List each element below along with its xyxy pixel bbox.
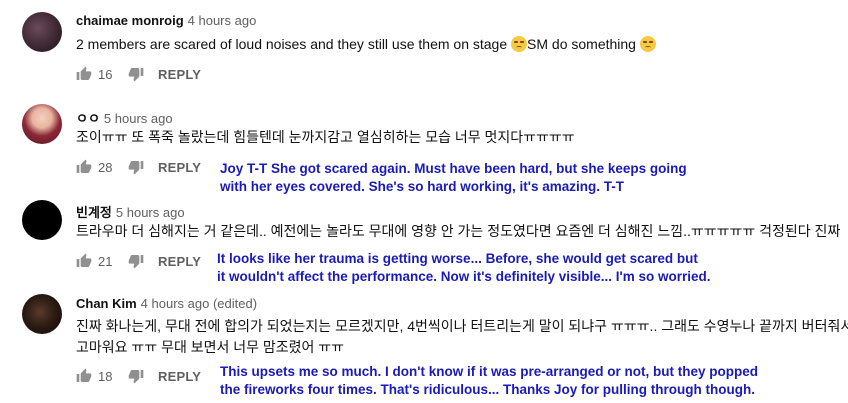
comment-thread-item: chaimae monroig 4 hours ago 2 members are… — [0, 0, 848, 95]
translation-line: it wouldn't affect the performance. Now … — [217, 269, 711, 284]
comment-header: chaimae monroig 4 hours ago — [76, 13, 256, 28]
thumbs-up-icon[interactable] — [74, 366, 94, 386]
comment-thread-item: 빈계정 5 hours ago 트라우마 더 심해지는 거 같은데.. 예전에는 … — [0, 190, 848, 285]
comment-timestamp[interactable]: 5 hours ago — [104, 111, 173, 126]
comment-timestamp[interactable]: 5 hours ago — [116, 205, 185, 220]
translation-line: the fireworks four times. That's ridicul… — [220, 382, 755, 397]
avatar[interactable] — [22, 294, 62, 334]
comment-text-line: 진짜 화나는게, 무대 전에 합의가 되었는지는 모르겠지만, 4번씩이나 터트… — [76, 318, 848, 334]
reply-button[interactable]: REPLY — [158, 369, 201, 384]
translation-line: This upsets me so much. I don't know if … — [220, 364, 759, 379]
translation-line: Joy T-T She got scared again. Must have … — [220, 161, 687, 176]
avatar[interactable] — [22, 12, 62, 52]
like-count: 21 — [98, 253, 113, 269]
thumbs-up-icon[interactable] — [74, 64, 94, 84]
comment-text-part: 2 members are scared of loud noises and … — [76, 36, 508, 52]
comment-author[interactable]: ㅇㅇ — [76, 111, 100, 126]
comment-actions: 28 REPLY — [74, 157, 201, 177]
comment-text-line: 고마워요 ㅠㅠ 무대 보면서 너무 맘조렸어 ㅠㅠ — [76, 339, 345, 355]
translation-annotation: It looks like her trauma is getting wors… — [217, 250, 710, 286]
comment-text-part: SM do something — [527, 36, 636, 52]
comment-text: 조이ㅠㅠ 또 폭죽 놀랐는데 힘들텐데 눈까지감고 열심히하는 모습 너무 멋지… — [76, 129, 575, 145]
comment-actions: 18 REPLY — [74, 366, 201, 386]
comment-author[interactable]: 빈계정 — [76, 205, 112, 220]
frowning-face-emoji — [639, 36, 656, 52]
pensive-face-emoji — [511, 36, 528, 52]
comment-actions: 21 REPLY — [74, 251, 201, 271]
comment-timestamp[interactable]: 4 hours ago — [188, 13, 257, 28]
thumbs-up-icon[interactable] — [74, 251, 94, 271]
comment-timestamp[interactable]: 4 hours ago (edited) — [141, 296, 257, 311]
comment-text: 진짜 화나는게, 무대 전에 합의가 되었는지는 모르겠지만, 4번씩이나 터트… — [76, 316, 848, 358]
thumbs-down-icon[interactable] — [126, 366, 146, 386]
translation-annotation: This upsets me so much. I don't know if … — [220, 363, 758, 399]
comment-text: 2 members are scared of loud noises and … — [76, 34, 656, 55]
comment-header: ㅇㅇ 5 hours ago — [76, 108, 173, 127]
thumbs-down-icon[interactable] — [126, 157, 146, 177]
reply-button[interactable]: REPLY — [158, 160, 201, 175]
thumbs-down-icon[interactable] — [126, 64, 146, 84]
reply-button[interactable]: REPLY — [158, 67, 201, 82]
comment-thread-item: ㅇㅇ 5 hours ago 조이ㅠㅠ 또 폭죽 놀랐는데 힘들텐데 눈까지감고 … — [0, 95, 848, 194]
comment-thread-item: Chan Kim 4 hours ago (edited) 진짜 화나는게, 무대… — [0, 285, 848, 403]
avatar[interactable] — [22, 104, 62, 144]
like-count: 16 — [98, 66, 113, 82]
like-count: 28 — [98, 159, 113, 175]
comment-author[interactable]: chaimae monroig — [76, 13, 184, 28]
translation-line: It looks like her trauma is getting wors… — [217, 251, 698, 266]
comment-author[interactable]: Chan Kim — [76, 296, 137, 311]
comment-header: 빈계정 5 hours ago — [76, 202, 185, 221]
comment-header: Chan Kim 4 hours ago (edited) — [76, 296, 257, 311]
like-count: 18 — [98, 368, 113, 384]
comment-text: 트라우마 더 심해지는 거 같은데.. 예전에는 놀라도 무대에 영향 안 가는… — [76, 223, 841, 239]
avatar[interactable] — [22, 200, 62, 240]
thumbs-down-icon[interactable] — [126, 251, 146, 271]
thumbs-up-icon[interactable] — [74, 157, 94, 177]
reply-button[interactable]: REPLY — [158, 254, 201, 269]
comment-actions: 16 REPLY — [74, 64, 201, 84]
